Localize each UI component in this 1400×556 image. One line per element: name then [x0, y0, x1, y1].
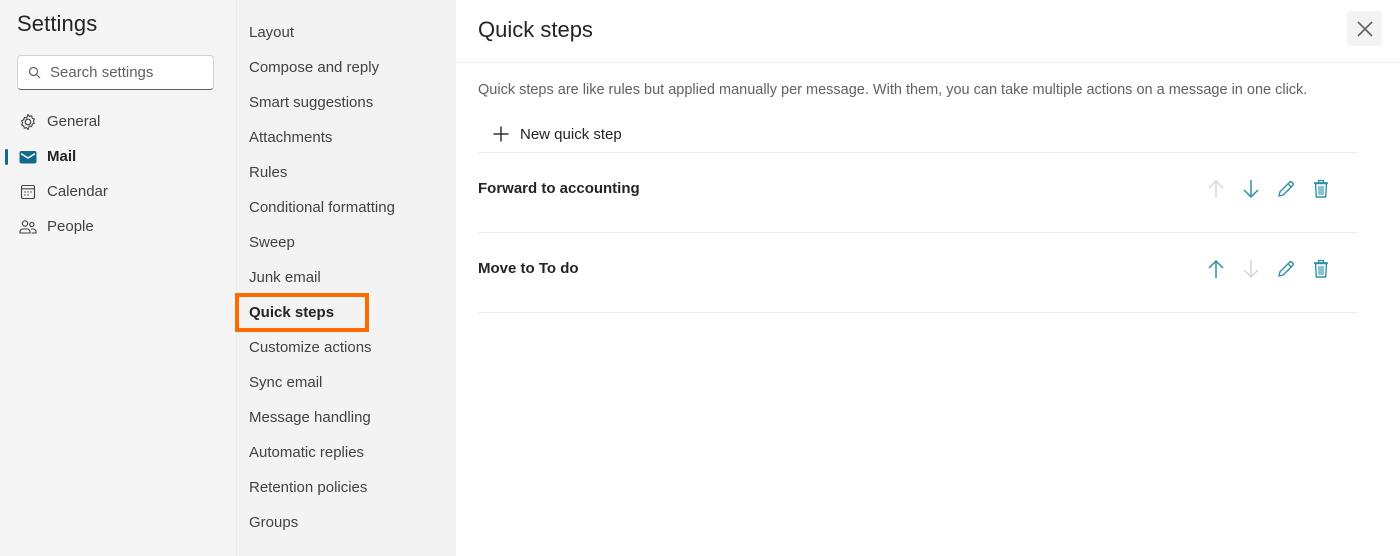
sidebar-item-calendar[interactable]: Calendar: [0, 174, 236, 209]
sidebar-item-general[interactable]: General: [0, 104, 236, 139]
panel-description: Quick steps are like rules but applied m…: [478, 82, 1308, 98]
mail-settings-list: Layout Compose and reply Smart suggestio…: [249, 15, 395, 540]
sidebar-item-label: Mail: [47, 148, 77, 165]
menu-item-conditional-formatting[interactable]: Conditional formatting: [249, 190, 395, 225]
quick-step-row[interactable]: Move to To do: [478, 233, 1358, 312]
menu-item-rules[interactable]: Rules: [249, 155, 395, 190]
menu-item-automatic-replies[interactable]: Automatic replies: [249, 435, 395, 470]
selected-indicator: [5, 149, 8, 165]
new-quick-step-label: New quick step: [520, 125, 622, 143]
search-icon: [28, 66, 42, 80]
people-icon: [18, 217, 38, 237]
search-settings-box[interactable]: [17, 55, 214, 90]
plus-icon: [492, 125, 510, 143]
menu-item-quick-steps[interactable]: Quick steps: [249, 295, 395, 330]
calendar-icon: [18, 182, 38, 202]
move-down-icon[interactable]: [1241, 179, 1261, 199]
category-nav: General Mail Calendar People: [0, 104, 236, 244]
sidebar-item-label: People: [47, 218, 94, 235]
delete-trash-icon[interactable]: [1311, 179, 1331, 199]
quick-step-name: Forward to accounting: [478, 180, 640, 197]
menu-item-attachments[interactable]: Attachments: [249, 120, 395, 155]
menu-item-groups[interactable]: Groups: [249, 505, 395, 540]
menu-item-layout[interactable]: Layout: [249, 15, 395, 50]
close-icon: [1356, 20, 1374, 38]
move-up-icon: [1206, 179, 1226, 199]
sidebar-item-label: Calendar: [47, 183, 108, 200]
menu-item-compose-and-reply[interactable]: Compose and reply: [249, 50, 395, 85]
gear-icon: [18, 112, 38, 132]
settings-sidebar: Settings General Mail Calendar: [0, 0, 236, 556]
menu-item-junk-email[interactable]: Junk email: [249, 260, 395, 295]
menu-item-sync-email[interactable]: Sync email: [249, 365, 395, 400]
list-divider: [478, 312, 1358, 313]
menu-item-retention-policies[interactable]: Retention policies: [249, 470, 395, 505]
quick-step-row[interactable]: Forward to accounting: [478, 153, 1358, 232]
quick-step-actions: [1206, 259, 1331, 279]
quick-step-name: Move to To do: [478, 260, 579, 277]
move-up-icon[interactable]: [1206, 259, 1226, 279]
quick-steps-panel: Quick steps Quick steps are like rules b…: [456, 0, 1400, 556]
sidebar-item-people[interactable]: People: [0, 209, 236, 244]
delete-trash-icon[interactable]: [1311, 259, 1331, 279]
panel-title: Quick steps: [478, 17, 593, 42]
edit-pencil-icon[interactable]: [1276, 179, 1296, 199]
menu-item-sweep[interactable]: Sweep: [249, 225, 395, 260]
new-quick-step-button[interactable]: New quick step: [492, 121, 622, 147]
sidebar-item-label: General: [47, 113, 101, 130]
menu-item-smart-suggestions[interactable]: Smart suggestions: [249, 85, 395, 120]
close-button[interactable]: [1347, 11, 1382, 46]
mail-icon: [18, 147, 38, 167]
header-divider: [456, 62, 1400, 63]
quick-step-actions: [1206, 179, 1331, 199]
move-down-icon: [1241, 259, 1261, 279]
menu-item-customize-actions[interactable]: Customize actions: [249, 330, 395, 365]
search-settings-input[interactable]: [50, 64, 200, 81]
menu-item-message-handling[interactable]: Message handling: [249, 400, 395, 435]
edit-pencil-icon[interactable]: [1276, 259, 1296, 279]
sidebar-item-mail[interactable]: Mail: [0, 139, 236, 174]
settings-title: Settings: [17, 11, 98, 36]
